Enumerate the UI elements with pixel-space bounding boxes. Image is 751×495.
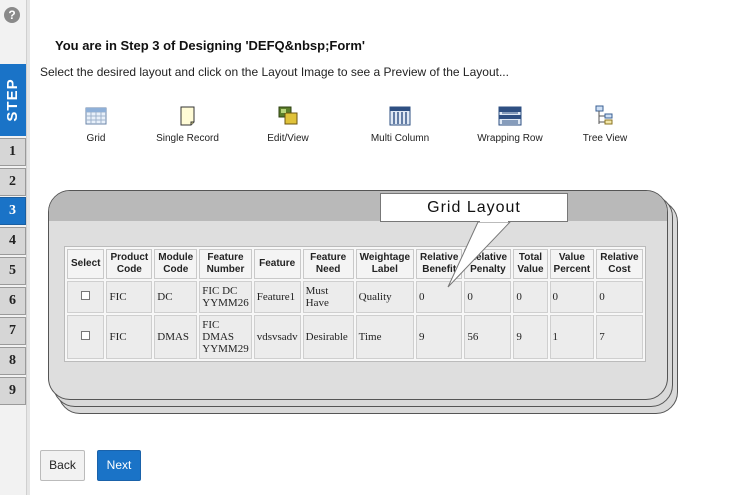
table-cell: 9 — [416, 315, 463, 359]
table-row: FIC DC FIC DC YYMM26 Feature1 Must Have Q… — [67, 281, 643, 313]
table-cell: 1 — [549, 315, 595, 359]
table-cell: Feature1 — [253, 281, 301, 313]
table-cell: 0 — [549, 281, 595, 313]
layout-option-edit-view[interactable]: Edit/View — [262, 105, 314, 145]
layout-label: Grid — [86, 133, 106, 144]
step-5-button[interactable]: 5 — [0, 257, 26, 285]
single-record-icon — [180, 106, 194, 126]
layout-label: Tree View — [582, 133, 628, 144]
table-cell: 56 — [464, 315, 512, 359]
column-header-select: Select — [67, 249, 105, 279]
table-header-row: Select Product Code Module Code Feature Num… — [67, 249, 643, 279]
table-cell: vdsvsadv — [253, 315, 301, 359]
table-cell: FIC DMAS YYMM29 — [199, 315, 252, 359]
layout-label: Edit/View — [267, 133, 309, 144]
table-cell: DC — [154, 281, 198, 313]
back-button[interactable]: Back — [40, 450, 85, 481]
column-header-value-percent: Value Percent — [549, 249, 595, 279]
layout-option-wrapping-row[interactable]: Wrapping Row — [474, 105, 546, 145]
column-header-total-value: Total Value — [513, 249, 548, 279]
wrapping-row-icon — [498, 106, 522, 126]
table-cell: DMAS — [154, 315, 198, 359]
step-1-button[interactable]: 1 — [0, 138, 26, 166]
table-cell: 0 — [513, 281, 548, 313]
layout-option-tree-view[interactable]: Tree View — [580, 105, 630, 145]
table-cell: 0 — [464, 281, 512, 313]
table-cell: Time — [355, 315, 415, 359]
help-icon[interactable]: ? — [4, 7, 20, 23]
table-cell: 0 — [416, 281, 463, 313]
select-cell — [67, 281, 105, 313]
select-cell — [67, 315, 105, 359]
step-label: STEP — [4, 78, 21, 122]
step-3-button[interactable]: 3 — [0, 197, 26, 225]
table-cell: FIC DC YYMM26 — [199, 281, 252, 313]
column-header-feature-need: Feature Need — [302, 249, 354, 279]
row-select-checkbox[interactable] — [81, 331, 91, 340]
instruction-text: Select the desired layout and click on t… — [40, 65, 509, 79]
column-header-feature-number: Feature Number — [199, 249, 252, 279]
table-cell: 7 — [596, 315, 643, 359]
table-row: FIC DMAS FIC DMAS YYMM29 vdsvsadv Desirabl… — [67, 315, 643, 359]
table-cell: 9 — [513, 315, 548, 359]
column-header-relative-penalty: Relative Penalty — [464, 249, 512, 279]
step-4-button[interactable]: 4 — [0, 227, 26, 255]
step-8-button[interactable]: 8 — [0, 347, 26, 375]
column-header-product-code: Product Code — [106, 249, 153, 279]
column-header-relative-cost: Relative Cost — [596, 249, 643, 279]
step-7-button[interactable]: 7 — [0, 317, 26, 345]
layout-label: Single Record — [156, 133, 219, 144]
tree-view-icon — [595, 105, 613, 125]
preview-card-header-band — [49, 191, 667, 221]
next-button[interactable]: Next — [97, 450, 141, 481]
layout-option-single-record[interactable]: Single Record — [150, 105, 225, 145]
layout-preview-callout: Grid Layout — [380, 193, 568, 222]
layout-label: Wrapping Row — [477, 133, 543, 144]
step-2-button[interactable]: 2 — [0, 168, 26, 196]
column-header-feature: Feature — [253, 249, 301, 279]
layout-label: Multi Column — [370, 133, 430, 144]
preview-grid-table: Select Product Code Module Code Feature Num… — [64, 246, 646, 362]
table-cell: 0 — [596, 281, 643, 313]
table-cell: Must Have — [302, 281, 354, 313]
table-cell: Desirable — [302, 315, 354, 359]
table-cell: FIC — [106, 281, 153, 313]
row-select-checkbox[interactable] — [81, 291, 91, 300]
table-cell: Quality — [355, 281, 415, 313]
step-6-button[interactable]: 6 — [0, 287, 26, 315]
rail-divider — [27, 0, 30, 495]
column-header-weightage-label: Weightage Label — [355, 249, 415, 279]
step-tab: STEP — [0, 64, 26, 136]
layout-option-multi-column[interactable]: Multi Column — [368, 105, 432, 145]
page-title: You are in Step 3 of Designing 'DEFQ&nbs… — [55, 38, 366, 53]
grid-icon — [85, 107, 107, 125]
step-9-button[interactable]: 9 — [0, 377, 26, 405]
column-header-module-code: Module Code — [154, 249, 198, 279]
edit-view-icon — [278, 106, 298, 125]
layout-option-grid[interactable]: Grid — [80, 105, 112, 145]
multi-column-icon — [389, 106, 411, 126]
table-cell: FIC — [106, 315, 153, 359]
column-header-relative-benefit: Relative Benefit — [416, 249, 463, 279]
